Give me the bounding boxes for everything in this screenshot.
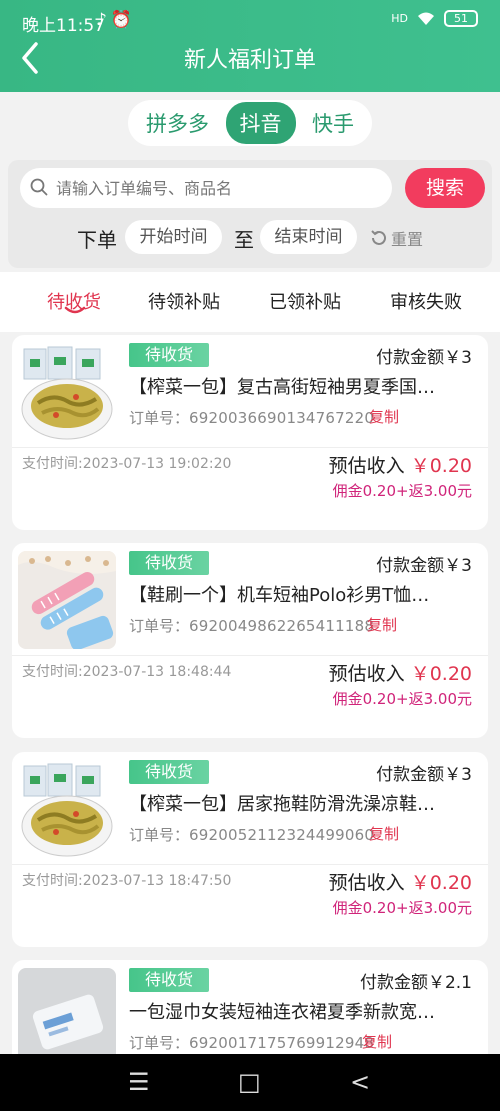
product-title: 【鞋刷一个】机车短袖Polo衫男T恤… — [129, 585, 430, 606]
alarm-icon: ♪⏰ — [96, 10, 137, 30]
order-number-label: 订单号： — [129, 826, 190, 844]
income-label: 预估收入 — [328, 663, 405, 685]
status-badge: 待收货 — [129, 343, 209, 367]
platform-douyin[interactable]: 抖音 — [225, 102, 296, 144]
commission: 佣金0.20+返3.00元 — [332, 482, 472, 500]
nav-bar: 新人福利订单 — [0, 40, 500, 90]
income-amount: ￥0.20 — [410, 455, 472, 477]
status-bar: 晚上11:57 ♪⏰ HD 51 — [0, 0, 500, 42]
product-image — [18, 760, 116, 858]
commission: 佣金0.20+返3.00元 — [332, 899, 472, 917]
copy-button[interactable]: 复制 — [362, 1031, 392, 1052]
order-date-label: 下单 — [77, 228, 117, 252]
platform-pinduoduo[interactable]: 拼多多 — [132, 102, 223, 144]
product-image — [18, 551, 116, 649]
start-date-picker[interactable]: 开始时间 — [125, 220, 222, 254]
copy-button[interactable]: 复制 — [367, 614, 397, 635]
page-title: 新人福利订单 — [183, 48, 316, 73]
pay-amount: 付款金额￥2.1 — [359, 973, 472, 993]
divider — [12, 864, 488, 865]
reset-label: 重置 — [391, 230, 424, 249]
header-bar: 晚上11:57 ♪⏰ HD 51 新人福利订单 — [0, 0, 500, 92]
order-number-value: 6920036690134767220 — [189, 409, 375, 427]
order-number: 订单号：6920052112324499060 — [129, 824, 374, 845]
status-badge: 待收货 — [129, 968, 209, 992]
order-card[interactable]: 待收货 付款金额￥3 【榨菜一包】居家拖鞋防滑洗澡凉鞋… 订单号：6920052… — [12, 752, 488, 947]
order-number-value: 6920017175769912948 — [189, 1034, 375, 1052]
divider — [12, 447, 488, 448]
status-tabs: 待收货 待领补贴 已领补贴 审核失败 — [0, 272, 500, 332]
home-icon[interactable]: □ — [238, 1068, 261, 1096]
pay-amount: 付款金额￥3 — [376, 348, 472, 368]
estimated-income: 预估收入 ￥0.20 — [329, 868, 472, 895]
date-separator: 至 — [234, 228, 254, 252]
order-card[interactable]: 待收货 付款金额￥3 【鞋刷一个】机车短袖Polo衫男T恤… 订单号：69200… — [12, 543, 488, 738]
tab-pending-subsidy[interactable]: 待领补贴 — [148, 288, 220, 314]
income-label: 预估收入 — [328, 872, 405, 894]
pay-amount: 付款金额￥3 — [376, 765, 472, 785]
end-date-picker[interactable]: 结束时间 — [260, 220, 357, 254]
tab-review-failed[interactable]: 审核失败 — [390, 288, 462, 314]
order-number-label: 订单号： — [129, 617, 190, 635]
status-badge: 待收货 — [129, 760, 209, 784]
income-amount: ￥0.20 — [410, 872, 472, 894]
order-number: 订单号：6920036690134767220 — [129, 407, 374, 428]
menu-icon[interactable]: ☰ — [128, 1068, 150, 1096]
pay-time: 支付时间:2023-07-13 18:47:50 — [22, 873, 232, 889]
signal-icon: HD — [391, 12, 408, 25]
product-image — [18, 343, 116, 441]
product-image — [18, 968, 116, 1066]
status-time: 晚上11:57 — [22, 16, 105, 36]
active-tab-indicator — [64, 306, 86, 314]
copy-button[interactable]: 复制 — [369, 406, 399, 427]
search-input[interactable] — [56, 168, 386, 208]
order-number-label: 订单号： — [129, 409, 190, 427]
commission: 佣金0.20+返3.00元 — [332, 690, 472, 708]
estimated-income: 预估收入 ￥0.20 — [329, 451, 472, 478]
search-icon — [30, 178, 48, 196]
order-number: 订单号：6920017175769912948 — [129, 1032, 374, 1053]
nav-back-icon[interactable]: < — [350, 1068, 370, 1096]
wifi-icon — [418, 12, 434, 25]
income-label: 预估收入 — [328, 455, 405, 477]
order-number: 订单号：6920049862265411188 — [129, 615, 374, 636]
status-badge: 待收货 — [129, 551, 209, 575]
pay-amount: 付款金额￥3 — [376, 556, 472, 576]
battery-icon: 51 — [444, 10, 478, 27]
divider — [12, 655, 488, 656]
pay-time: 支付时间:2023-07-13 19:02:20 — [22, 456, 232, 472]
search-box — [20, 168, 392, 208]
product-title: 【榨菜一包】复古高街短袖男夏季国… — [129, 377, 435, 398]
platform-kuaishou[interactable]: 快手 — [298, 102, 368, 144]
date-filter-row: 下单 开始时间 至 结束时间 重置 — [8, 218, 492, 254]
platform-switch: 拼多多 抖音 快手 — [128, 100, 372, 146]
estimated-income: 预估收入 ￥0.20 — [329, 659, 472, 686]
copy-button[interactable]: 复制 — [369, 823, 399, 844]
product-title: 一包湿巾女装短袖连衣裙夏季新款宽… — [129, 1002, 435, 1023]
order-number-value: 6920052112324499060 — [189, 826, 375, 844]
product-title: 【榨菜一包】居家拖鞋防滑洗澡凉鞋… — [129, 794, 435, 815]
income-amount: ￥0.20 — [410, 663, 472, 685]
reset-icon — [371, 230, 386, 245]
tab-received-subsidy[interactable]: 已领补贴 — [269, 288, 341, 314]
order-number-label: 订单号： — [129, 1034, 190, 1052]
order-card[interactable]: 待收货 付款金额￥3 【榨菜一包】复古高街短袖男夏季国… 订单号：6920036… — [12, 335, 488, 530]
filter-panel: 搜索 下单 开始时间 至 结束时间 重置 — [8, 160, 492, 268]
order-number-value: 6920049862265411188 — [189, 617, 375, 635]
reset-button[interactable]: 重置 — [369, 226, 423, 250]
pay-time: 支付时间:2023-07-13 18:48:44 — [22, 664, 232, 680]
system-nav-bar: ☰ □ < — [0, 1054, 500, 1111]
status-right: HD 51 — [391, 10, 478, 27]
search-button[interactable]: 搜索 — [405, 168, 485, 208]
